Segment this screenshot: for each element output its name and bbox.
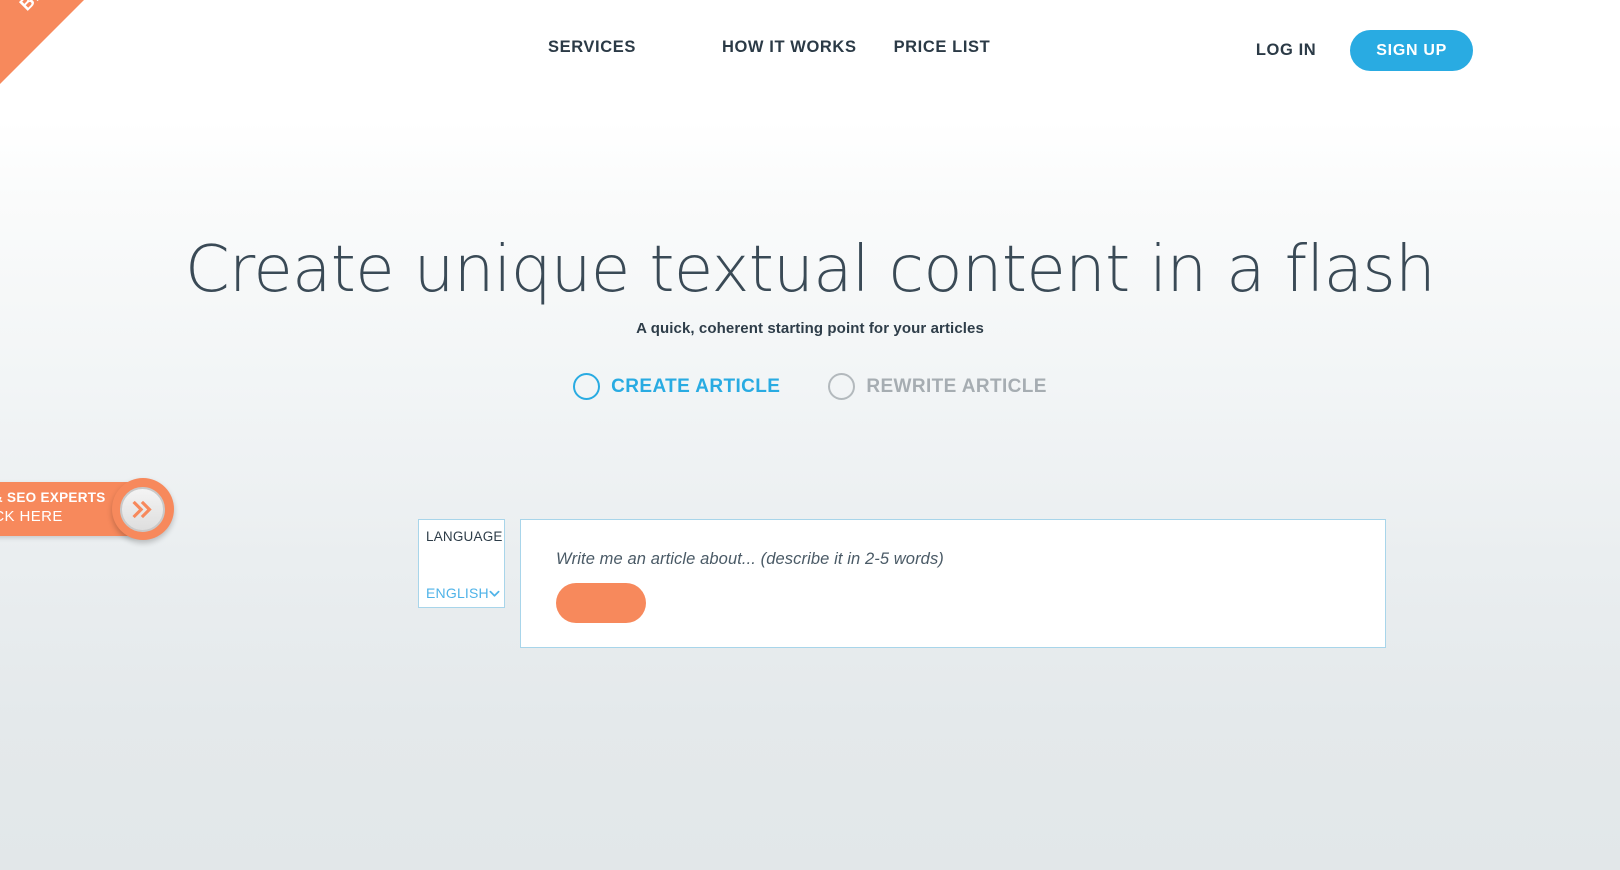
mode-label-create-article: CREATE ARTICLE <box>611 375 781 397</box>
article-topic-input[interactable] <box>556 550 1356 569</box>
radio-icon-rewrite-article[interactable] <box>828 373 856 401</box>
mode-option-rewrite-article[interactable]: REWRITE ARTICLE <box>828 373 1047 401</box>
composer-row: LANGUAGE ENGLISH <box>418 519 1386 648</box>
promo-knob-inner <box>120 486 166 532</box>
account-actions: LOG IN SIGN UP <box>1256 30 1473 71</box>
promo-expand-button[interactable] <box>111 478 174 540</box>
nav-item-how-it-works[interactable]: HOW IT WORKS <box>722 38 857 57</box>
page-subtitle: A quick, coherent starting point for you… <box>636 320 984 338</box>
radio-icon-create-article[interactable] <box>573 373 601 401</box>
primary-navigation: SERVICES HOW IT WORKS PRICE LIST <box>548 38 990 57</box>
language-selected-value: ENGLISH <box>426 585 489 601</box>
chevron-down-icon[interactable] <box>489 588 500 599</box>
promo-cta-label: CLICK HERE <box>0 508 63 526</box>
mode-label-rewrite-article: REWRITE ARTICLE <box>866 375 1047 397</box>
sign-up-button[interactable]: SIGN UP <box>1350 30 1473 71</box>
double-chevron-right-icon <box>131 500 155 519</box>
article-composer-panel <box>520 519 1386 648</box>
beta-ribbon <box>0 0 84 84</box>
log-in-link[interactable]: LOG IN <box>1256 41 1316 60</box>
nav-item-price-list[interactable]: PRICE LIST <box>894 38 991 57</box>
hero-section: Create unique textual content in a flash… <box>0 101 1620 401</box>
generate-article-button[interactable] <box>556 583 646 623</box>
language-label: LANGUAGE <box>426 529 503 544</box>
language-select[interactable]: ENGLISH <box>419 585 504 601</box>
mode-option-create-article[interactable]: CREATE ARTICLE <box>573 373 781 401</box>
mode-selector: CREATE ARTICLE REWRITE ARTICLE <box>0 373 1620 401</box>
promo-flag[interactable]: GENCIES & SEO EXPERTS CLICK HERE <box>0 478 174 540</box>
site-header: SERVICES HOW IT WORKS PRICE LIST LOG IN … <box>0 0 1620 101</box>
nav-item-services[interactable]: SERVICES <box>548 38 636 57</box>
page-title: Create unique textual content in a flash <box>184 233 1436 307</box>
promo-headline: GENCIES & SEO EXPERTS <box>0 490 106 506</box>
language-selector[interactable]: LANGUAGE ENGLISH <box>418 519 505 608</box>
